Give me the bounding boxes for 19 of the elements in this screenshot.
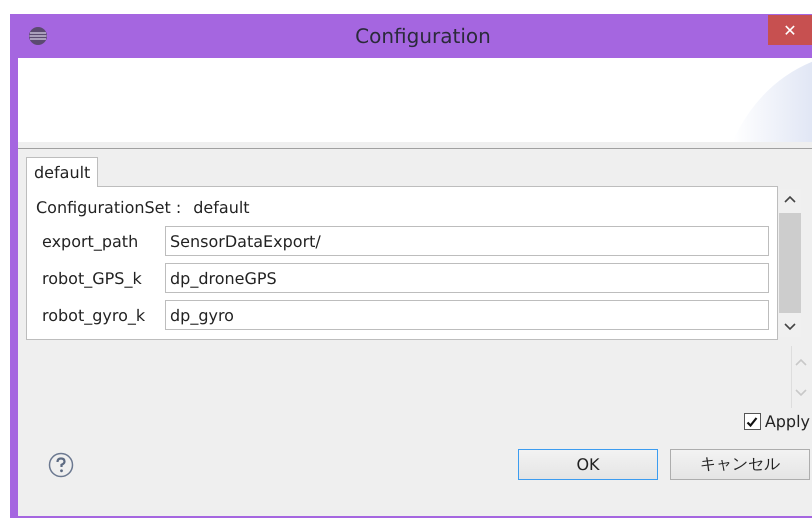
scroll-up-icon[interactable]: [784, 195, 796, 203]
field-label: robot_GPS_k: [42, 268, 143, 288]
apply-checkbox[interactable]: Apply: [744, 412, 810, 431]
field-label: robot_gyro_k: [42, 306, 146, 324]
scroll-down-icon[interactable]: [784, 323, 796, 331]
check-icon: [746, 416, 758, 428]
close-button[interactable]: ✕: [768, 15, 812, 45]
field-label: export_path: [42, 232, 140, 250]
set-value: default: [193, 198, 250, 216]
set-label: ConfigurationSet :: [36, 198, 182, 216]
cancel-button[interactable]: キャンセル: [670, 449, 810, 480]
help-icon[interactable]: [48, 452, 74, 478]
ok-button[interactable]: OK: [518, 449, 658, 480]
scroll-thumb[interactable]: [779, 213, 801, 313]
window-title: Configuration: [354, 24, 492, 48]
input-field[interactable]: SensorDataExport/: [165, 226, 769, 256]
input-field[interactable]: dp_droneGPS: [165, 263, 769, 293]
input-field[interactable]: dp_gyro: [165, 300, 769, 330]
tab[interactable]: default: [26, 157, 98, 187]
